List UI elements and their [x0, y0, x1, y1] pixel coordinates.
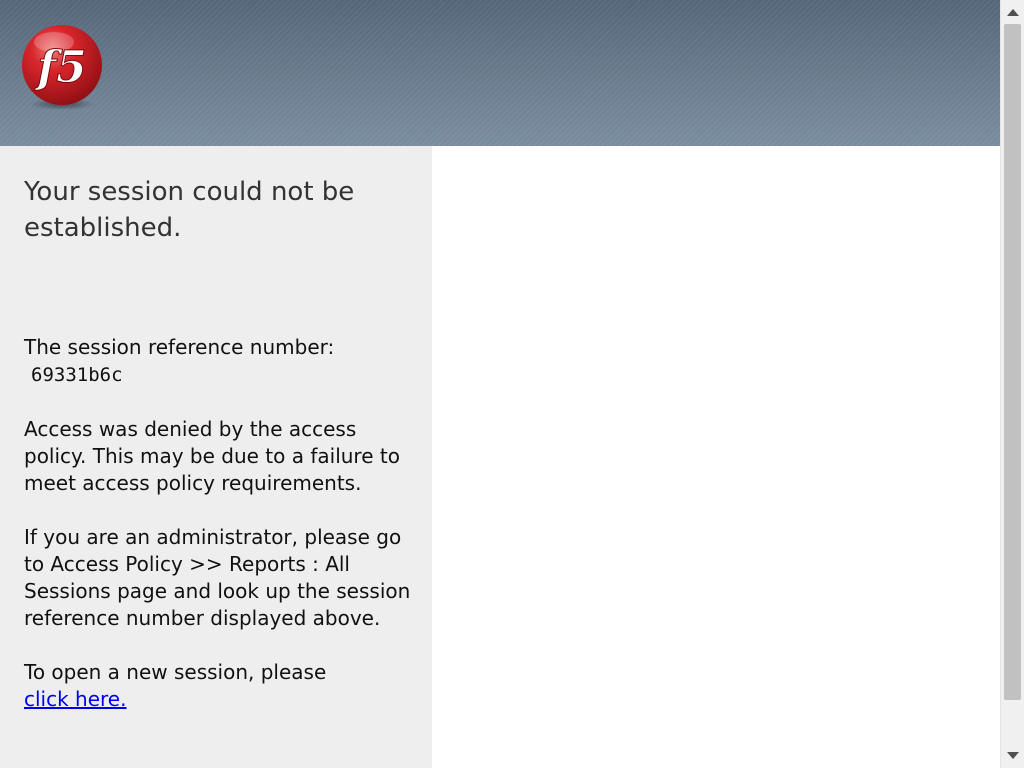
administrator-instructions: If you are an administrator, please go t…: [24, 525, 411, 630]
page-title: Your session could not be established.: [24, 177, 355, 243]
session-reference-number: 69331b6c: [31, 364, 123, 386]
session-reference-label: The session reference number:: [24, 335, 335, 359]
scroll-down-arrow-icon[interactable]: [1007, 752, 1019, 759]
vertical-scrollbar[interactable]: [1000, 0, 1024, 768]
new-session-link[interactable]: click here.: [24, 687, 126, 711]
message-content: Your session could not be established. T…: [24, 174, 420, 740]
access-denied-text: Access was denied by the access policy. …: [24, 417, 400, 495]
scrollbar-thumb[interactable]: [1004, 24, 1021, 700]
page-viewport: f5 Your session could not be established…: [0, 0, 1000, 768]
header-banner: f5: [0, 0, 1000, 146]
scroll-up-arrow-icon[interactable]: [1007, 9, 1019, 16]
f5-logo-icon: f5: [22, 25, 102, 110]
new-session-text: To open a new session, please: [24, 660, 327, 684]
session-reference: The session reference number: 69331b6c: [24, 334, 420, 389]
svg-text:f5: f5: [34, 42, 87, 93]
new-session-prompt: To open a new session, please click here…: [24, 659, 420, 713]
